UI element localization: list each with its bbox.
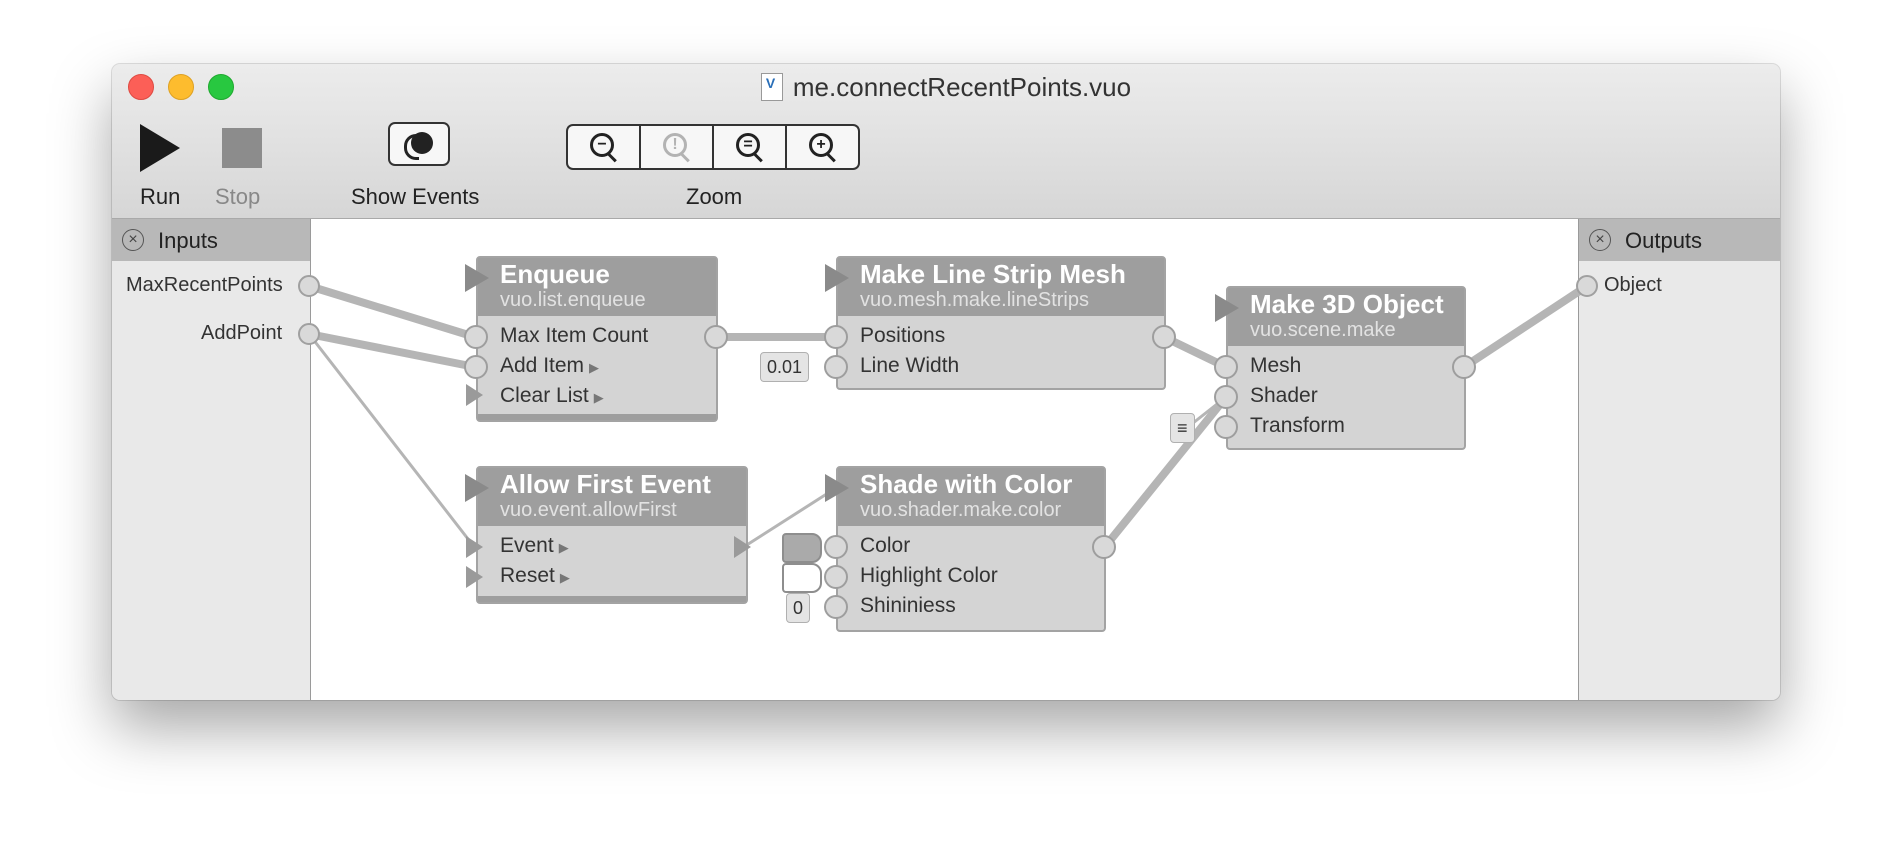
outputs-panel-title: Outputs <box>1625 228 1703 253</box>
node-enqueue-class: vuo.list.enqueue <box>500 289 646 311</box>
highlight-color-constant-swatch[interactable] <box>782 563 822 593</box>
zoom-out-button[interactable]: − <box>568 126 641 168</box>
port-positions-dot[interactable] <box>824 325 848 349</box>
line-width-constant[interactable]: 0.01 <box>760 352 810 382</box>
port-color[interactable]: Color <box>860 534 910 558</box>
stop-icon[interactable] <box>222 128 262 168</box>
node-line-strip-title: Make Line Strip Mesh <box>860 259 1126 289</box>
port-event-dot[interactable] <box>466 536 483 558</box>
port-clear-list-label: Clear List <box>500 384 589 407</box>
input-port-addpoint[interactable]: AddPoint <box>201 322 282 345</box>
port-add-item[interactable]: Add Item ▶ <box>500 354 599 378</box>
port-highlight-color[interactable]: Highlight Color <box>860 564 998 588</box>
close-inputs-panel-icon[interactable]: × <box>122 229 144 251</box>
port-positions-label: Positions <box>860 324 946 347</box>
show-events-icon[interactable] <box>388 122 450 166</box>
make3d-output-dot[interactable] <box>1452 355 1476 379</box>
node-allow-first-title: Allow First Event <box>500 469 711 499</box>
port-mesh-label: Mesh <box>1250 354 1302 377</box>
node-allow-first-event[interactable]: Allow First Event vuo.event.allowFirst E… <box>476 466 748 604</box>
port-shader-label: Shader <box>1250 384 1318 407</box>
allow-first-output-trigger[interactable] <box>734 536 751 558</box>
port-reset-label: Reset <box>500 564 555 587</box>
port-reset-dot[interactable] <box>466 566 483 588</box>
node-shade-refresh-port[interactable] <box>825 474 849 502</box>
port-event[interactable]: Event ▶ <box>500 534 569 558</box>
port-add-item-dot[interactable] <box>464 355 488 379</box>
port-line-width[interactable]: Line Width <box>860 354 959 378</box>
output-port-object[interactable]: Object <box>1604 274 1662 297</box>
port-max-item-count-dot[interactable] <box>464 325 488 349</box>
node-shade-with-color[interactable]: Shade with Color vuo.shader.make.color C… <box>836 466 1106 632</box>
play-icon[interactable] <box>140 124 180 172</box>
node-make-3d-object[interactable]: Make 3D Object vuo.scene.make Mesh Shade… <box>1226 286 1466 450</box>
show-events-button-label[interactable]: Show Events <box>351 184 479 210</box>
close-outputs-panel-icon[interactable]: × <box>1589 229 1611 251</box>
zoom-control: − ! = + <box>566 124 860 170</box>
port-shininess-dot[interactable] <box>824 595 848 619</box>
node-line-strip-header[interactable]: Make Line Strip Mesh vuo.mesh.make.lineS… <box>838 258 1164 316</box>
node-make3d-header[interactable]: Make 3D Object vuo.scene.make <box>1228 288 1464 346</box>
port-highlight-color-label: Highlight Color <box>860 564 998 587</box>
port-clear-list-dot[interactable] <box>466 384 483 406</box>
port-mesh[interactable]: Mesh <box>1250 354 1301 378</box>
input-port-maxrecentpoints[interactable]: MaxRecentPoints <box>126 274 283 297</box>
port-clear-list[interactable]: Clear List ▶ <box>500 384 604 408</box>
inputs-panel-header: × Inputs <box>112 219 310 261</box>
node-enqueue-title: Enqueue <box>500 259 610 289</box>
port-transform-dot[interactable] <box>1214 415 1238 439</box>
node-shade-header[interactable]: Shade with Color vuo.shader.make.color <box>838 468 1104 526</box>
stop-button-label[interactable]: Stop <box>215 184 260 210</box>
line-strip-output-dot[interactable] <box>1152 325 1176 349</box>
node-allow-first-refresh-port[interactable] <box>465 474 489 502</box>
port-highlight-color-dot[interactable] <box>824 565 848 589</box>
zoom-to-fit-button[interactable]: = <box>714 126 787 168</box>
outputs-panel-header: × Outputs <box>1579 219 1780 261</box>
shininess-constant[interactable]: 0 <box>786 593 811 623</box>
port-max-item-count-label: Max Item Count <box>500 324 649 347</box>
node-enqueue-refresh-port[interactable] <box>465 264 489 292</box>
node-shade-class: vuo.shader.make.color <box>860 499 1062 521</box>
enqueue-output-dot[interactable] <box>704 325 728 349</box>
port-line-width-label: Line Width <box>860 354 960 377</box>
node-make3d-class: vuo.scene.make <box>1250 319 1396 341</box>
toolbar: me.connectRecentPoints.vuo Run Stop Show… <box>112 64 1780 219</box>
node-shade-title: Shade with Color <box>860 469 1073 499</box>
node-make-line-strip-mesh[interactable]: Make Line Strip Mesh vuo.mesh.make.lineS… <box>836 256 1166 390</box>
color-constant-swatch[interactable] <box>782 533 822 563</box>
shade-output-dot[interactable] <box>1092 535 1116 559</box>
port-max-item-count[interactable]: Max Item Count <box>500 324 648 348</box>
port-shader-dot[interactable] <box>1214 385 1238 409</box>
port-shininess-label: Shininiess <box>860 594 956 617</box>
transform-constant-icon[interactable]: ≡ <box>1170 413 1195 443</box>
node-allow-first-class: vuo.event.allowFirst <box>500 499 677 521</box>
port-reset[interactable]: Reset ▶ <box>500 564 570 588</box>
port-positions[interactable]: Positions <box>860 324 945 348</box>
node-line-strip-refresh-port[interactable] <box>825 264 849 292</box>
document-icon <box>760 73 783 101</box>
node-allow-first-header[interactable]: Allow First Event vuo.event.allowFirst <box>478 468 746 526</box>
port-add-item-label: Add Item <box>500 354 585 377</box>
port-shininess[interactable]: Shininiess <box>860 594 956 618</box>
zoom-label: Zoom <box>686 184 743 209</box>
zoom-in-button[interactable]: + <box>787 126 858 168</box>
port-color-label: Color <box>860 534 911 557</box>
node-enqueue[interactable]: Enqueue vuo.list.enqueue Max Item Count … <box>476 256 718 422</box>
port-transform[interactable]: Transform <box>1250 414 1345 438</box>
node-make3d-refresh-port[interactable] <box>1215 294 1239 322</box>
port-mesh-dot[interactable] <box>1214 355 1238 379</box>
inputs-panel-title: Inputs <box>158 228 218 253</box>
run-button-label[interactable]: Run <box>140 184 180 210</box>
port-line-width-dot[interactable] <box>824 355 848 379</box>
port-transform-label: Transform <box>1250 414 1345 437</box>
port-shader[interactable]: Shader <box>1250 384 1318 408</box>
port-color-dot[interactable] <box>824 535 848 559</box>
node-line-strip-class: vuo.mesh.make.lineStrips <box>860 289 1089 311</box>
window-title: me.connectRecentPoints.vuo <box>112 72 1780 103</box>
node-enqueue-header[interactable]: Enqueue vuo.list.enqueue <box>478 258 716 316</box>
node-make3d-title: Make 3D Object <box>1250 289 1444 319</box>
port-event-label: Event <box>500 534 554 557</box>
actual-size-button[interactable]: ! <box>641 126 714 168</box>
window-title-text: me.connectRecentPoints.vuo <box>792 72 1132 102</box>
